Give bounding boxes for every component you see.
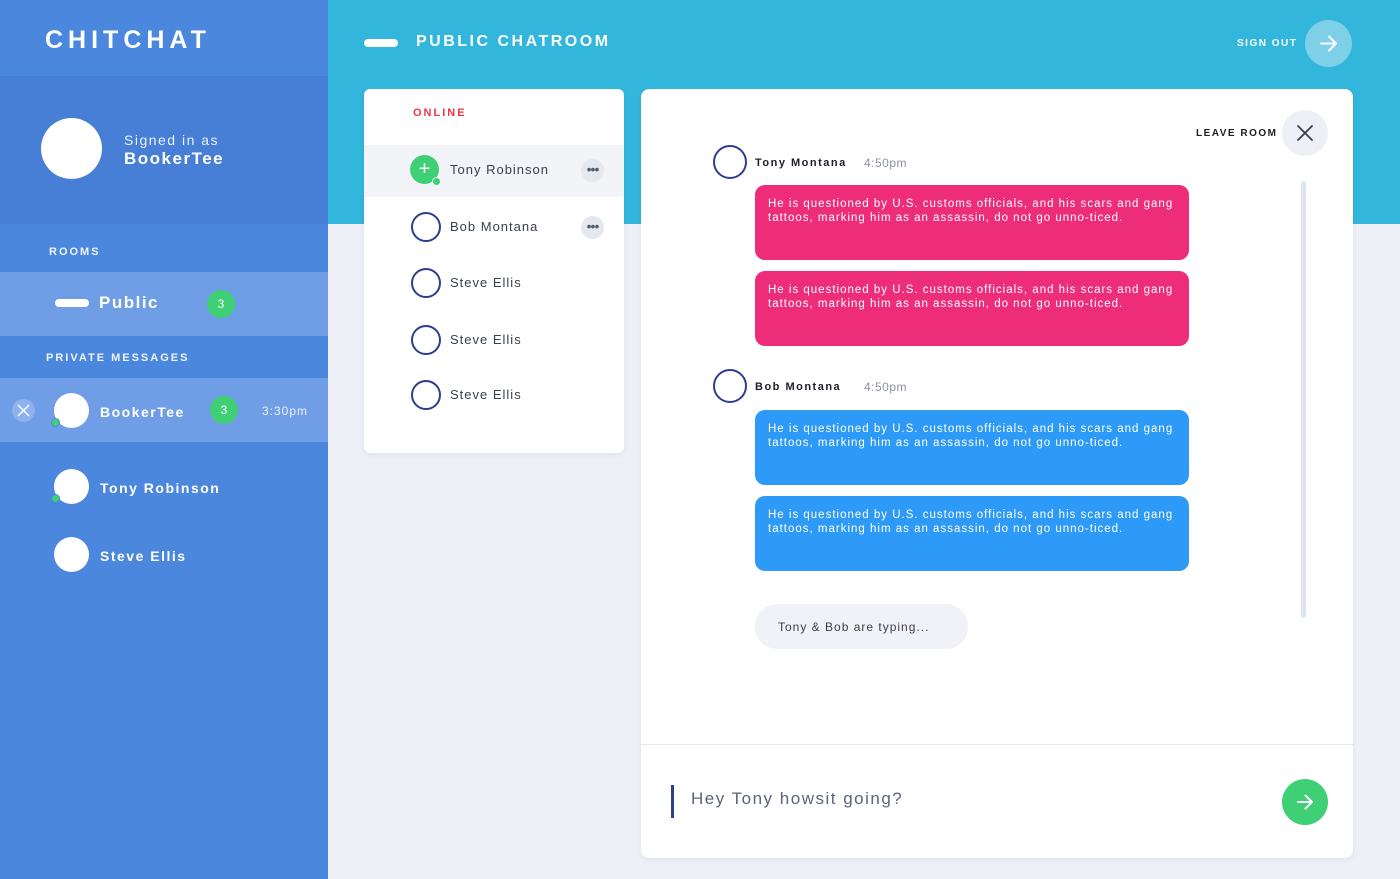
message-author: Tony Montana: [755, 157, 847, 169]
leave-room-label[interactable]: LEAVE ROOM: [1196, 128, 1277, 139]
sign-out-button[interactable]: [1305, 20, 1352, 67]
online-status-dot: [51, 494, 60, 503]
chat-panel: LEAVE ROOM Tony Montana 4:50pm He is que…: [641, 89, 1353, 858]
online-user-row[interactable]: + Tony Robinson •••: [364, 145, 624, 197]
scrollbar[interactable]: [1301, 181, 1306, 618]
pm-item-bookertee[interactable]: BookerTee 3 3:30pm: [0, 378, 328, 442]
message-composer: [641, 744, 1353, 858]
pm-item-tony-robinson[interactable]: Tony Robinson: [0, 454, 328, 518]
avatar: [411, 325, 441, 355]
room-pill-icon: [364, 39, 398, 47]
pm-time: 3:30pm: [262, 404, 309, 418]
pm-item-steve-ellis[interactable]: Steve Ellis: [0, 522, 328, 586]
more-icon[interactable]: •••: [581, 159, 604, 182]
avatar: [713, 145, 747, 179]
online-user-name: Bob Montana: [450, 219, 539, 234]
close-icon[interactable]: [12, 399, 35, 422]
brand-logo: CHITCHAT: [0, 0, 328, 76]
typing-indicator: Tony & Bob are typing...: [755, 604, 968, 649]
page-title: PUBLIC CHATROOM: [416, 33, 611, 50]
avatar: [411, 380, 441, 410]
online-user-row[interactable]: Steve Ellis: [364, 258, 624, 310]
message-bubble: He is questioned by U.S. customs officia…: [755, 185, 1189, 260]
profile-card: Signed in as BookerTee: [0, 76, 328, 224]
avatar: [713, 369, 747, 403]
room-pill-icon: [55, 299, 89, 307]
message-time: 4:50pm: [864, 156, 908, 170]
pm-name: BookerTee: [100, 404, 185, 420]
unread-badge: 3: [207, 290, 235, 318]
send-button[interactable]: [1282, 779, 1328, 825]
online-user-name: Steve Ellis: [450, 332, 522, 347]
signed-in-label: Signed in as: [124, 132, 220, 148]
online-user-row[interactable]: Bob Montana •••: [364, 202, 624, 254]
sidebar: CHITCHAT Signed in as BookerTee ROOMS Pu…: [0, 0, 328, 879]
online-user-row[interactable]: Steve Ellis: [364, 370, 624, 422]
avatar: [54, 537, 89, 572]
message-bubble: He is questioned by U.S. customs officia…: [755, 410, 1189, 485]
message-bubble: He is questioned by U.S. customs officia…: [755, 271, 1189, 346]
online-user-name: Tony Robinson: [450, 162, 549, 177]
text-caret: [671, 785, 674, 818]
private-messages-heading: PRIVATE MESSAGES: [46, 352, 190, 364]
avatar: [411, 268, 441, 298]
online-user-name: Steve Ellis: [450, 387, 522, 402]
message-input[interactable]: [691, 789, 1251, 809]
signed-in-username: BookerTee: [124, 149, 225, 168]
close-icon: [1297, 125, 1313, 141]
sign-out-label[interactable]: SIGN OUT: [1237, 38, 1297, 49]
online-heading: ONLINE: [413, 107, 467, 119]
more-icon[interactable]: •••: [581, 216, 604, 239]
room-item-public[interactable]: Public 3: [0, 272, 328, 336]
online-user-name: Steve Ellis: [450, 275, 522, 290]
online-users-panel: ONLINE + Tony Robinson ••• Bob Montana •…: [364, 89, 624, 453]
message-author: Bob Montana: [755, 381, 842, 393]
pm-name: Steve Ellis: [100, 548, 187, 564]
message-time: 4:50pm: [864, 380, 908, 394]
avatar[interactable]: [41, 118, 102, 179]
unread-badge: 3: [210, 396, 238, 424]
online-status-dot: [432, 177, 441, 186]
rooms-heading: ROOMS: [49, 246, 101, 258]
pm-name: Tony Robinson: [100, 480, 221, 496]
room-label: Public: [99, 293, 160, 312]
online-status-dot: [51, 418, 60, 427]
online-user-row[interactable]: Steve Ellis: [364, 315, 624, 367]
avatar: [411, 212, 441, 242]
arrow-right-icon: [1320, 35, 1337, 52]
leave-room-button[interactable]: [1282, 110, 1328, 156]
arrow-right-icon: [1297, 794, 1313, 810]
message-bubble: He is questioned by U.S. customs officia…: [755, 496, 1189, 571]
